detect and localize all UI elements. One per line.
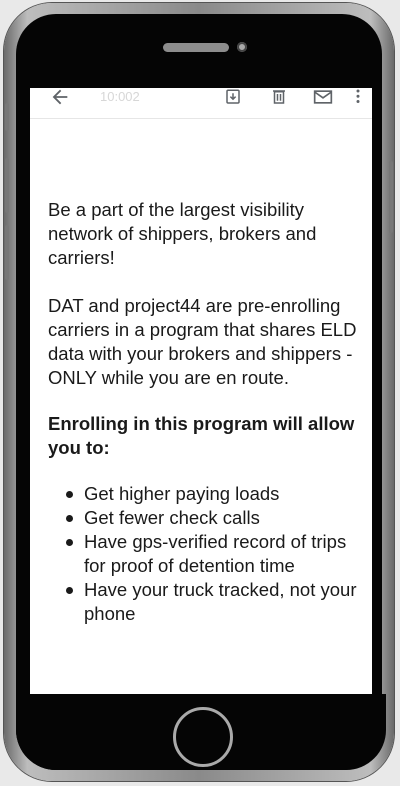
front-camera xyxy=(237,42,247,52)
power-button xyxy=(389,161,393,233)
benefits-list: Get higher paying loads Get fewer check … xyxy=(48,482,363,626)
body-paragraph: DAT and project44 are pre-enrolling carr… xyxy=(48,295,357,388)
volume-down-button xyxy=(5,225,9,280)
back-arrow-icon[interactable] xyxy=(49,88,71,108)
list-item: Have gps-verified record of trips for pr… xyxy=(66,530,363,578)
list-item: Get higher paying loads xyxy=(66,482,363,506)
email-content: Be a part of the largest visibility netw… xyxy=(48,198,363,626)
mail-icon[interactable] xyxy=(313,89,333,105)
earpiece-speaker xyxy=(163,43,229,52)
email-toolbar: 10:002 xyxy=(30,88,372,119)
mute-switch xyxy=(5,103,9,131)
intro-paragraph: Be a part of the largest visibility netw… xyxy=(48,199,317,268)
volume-up-button xyxy=(5,158,9,213)
list-item: Have your truck tracked, not your phone xyxy=(66,578,363,626)
list-item: Get fewer check calls xyxy=(66,506,363,530)
home-button[interactable] xyxy=(173,707,233,767)
more-vertical-icon[interactable] xyxy=(354,88,362,106)
email-subject-faded: 10:002 xyxy=(100,89,140,104)
archive-icon[interactable] xyxy=(224,88,242,106)
benefits-heading: Enrolling in this program will allow you… xyxy=(48,413,355,458)
delete-icon[interactable] xyxy=(270,88,288,106)
